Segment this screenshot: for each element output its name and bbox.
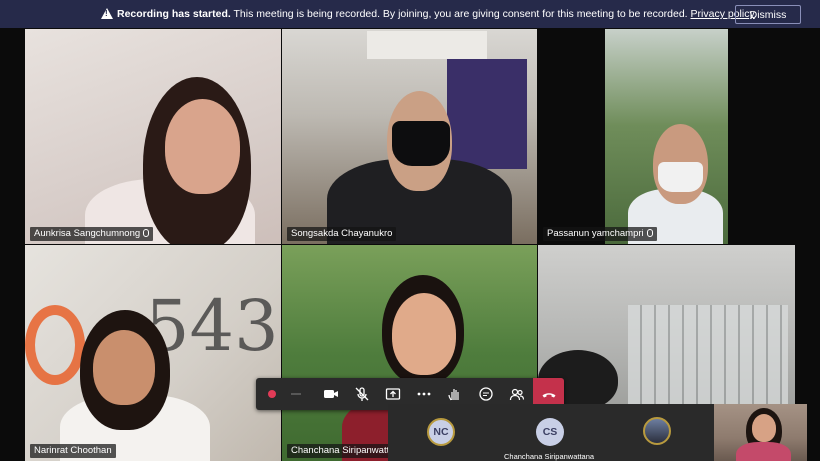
video-tile-1[interactable]: Aunkrisa Sangchumnong	[25, 29, 281, 244]
video-tile-3[interactable]: Passanun yamchampri	[538, 29, 795, 244]
participant-name: Chanchana Siripanwatta	[287, 444, 399, 458]
participant-strip: NC CS Chanchana Siripanwattana	[388, 404, 714, 461]
self-view[interactable]	[714, 404, 807, 461]
face-mask	[392, 121, 450, 166]
participant-name: Narinrat Choothan	[30, 444, 116, 458]
participant-name-text: Chanchana Siripanwatta	[291, 445, 395, 456]
participant-name: Aunkrisa Sangchumnong	[30, 227, 154, 241]
banner-title: Recording has started.	[117, 8, 231, 20]
avatar-photo[interactable]	[643, 417, 671, 445]
banner-text: This meeting is being recorded. By joini…	[233, 8, 688, 20]
warning-icon	[101, 8, 113, 19]
dismiss-button[interactable]: Dismiss	[735, 5, 801, 24]
mic-off-icon[interactable]	[346, 378, 377, 410]
video-tile-4[interactable]: 543 Narinrat Choothan	[25, 245, 281, 461]
participant-name: Passanun yamchampri	[543, 227, 657, 241]
recording-banner: Recording has started. This meeting is b…	[0, 0, 820, 28]
blur-icon[interactable]	[280, 378, 311, 410]
participant-name-text: Songsakda Chayanukro	[291, 228, 393, 239]
participant-name: Songsakda Chayanukro	[287, 227, 397, 241]
participant-name-text: Aunkrisa Sangchumnong	[34, 228, 141, 239]
face-mask	[658, 162, 703, 192]
strip-name: Chanchana Siripanwattana	[504, 452, 595, 461]
camera-icon[interactable]	[315, 378, 346, 410]
hangup-icon	[542, 393, 555, 398]
video-tile-2[interactable]: Songsakda Chayanukro	[282, 29, 537, 244]
banner-message: Recording has started. This meeting is b…	[117, 8, 755, 20]
avatar[interactable]: NC	[427, 418, 455, 446]
participant-name-text: Passanun yamchampri	[547, 228, 644, 239]
mic-icon	[646, 229, 653, 238]
mic-icon	[143, 229, 150, 238]
participant-name-text: Narinrat Choothan	[34, 445, 112, 456]
avatar[interactable]: CS	[536, 418, 564, 446]
